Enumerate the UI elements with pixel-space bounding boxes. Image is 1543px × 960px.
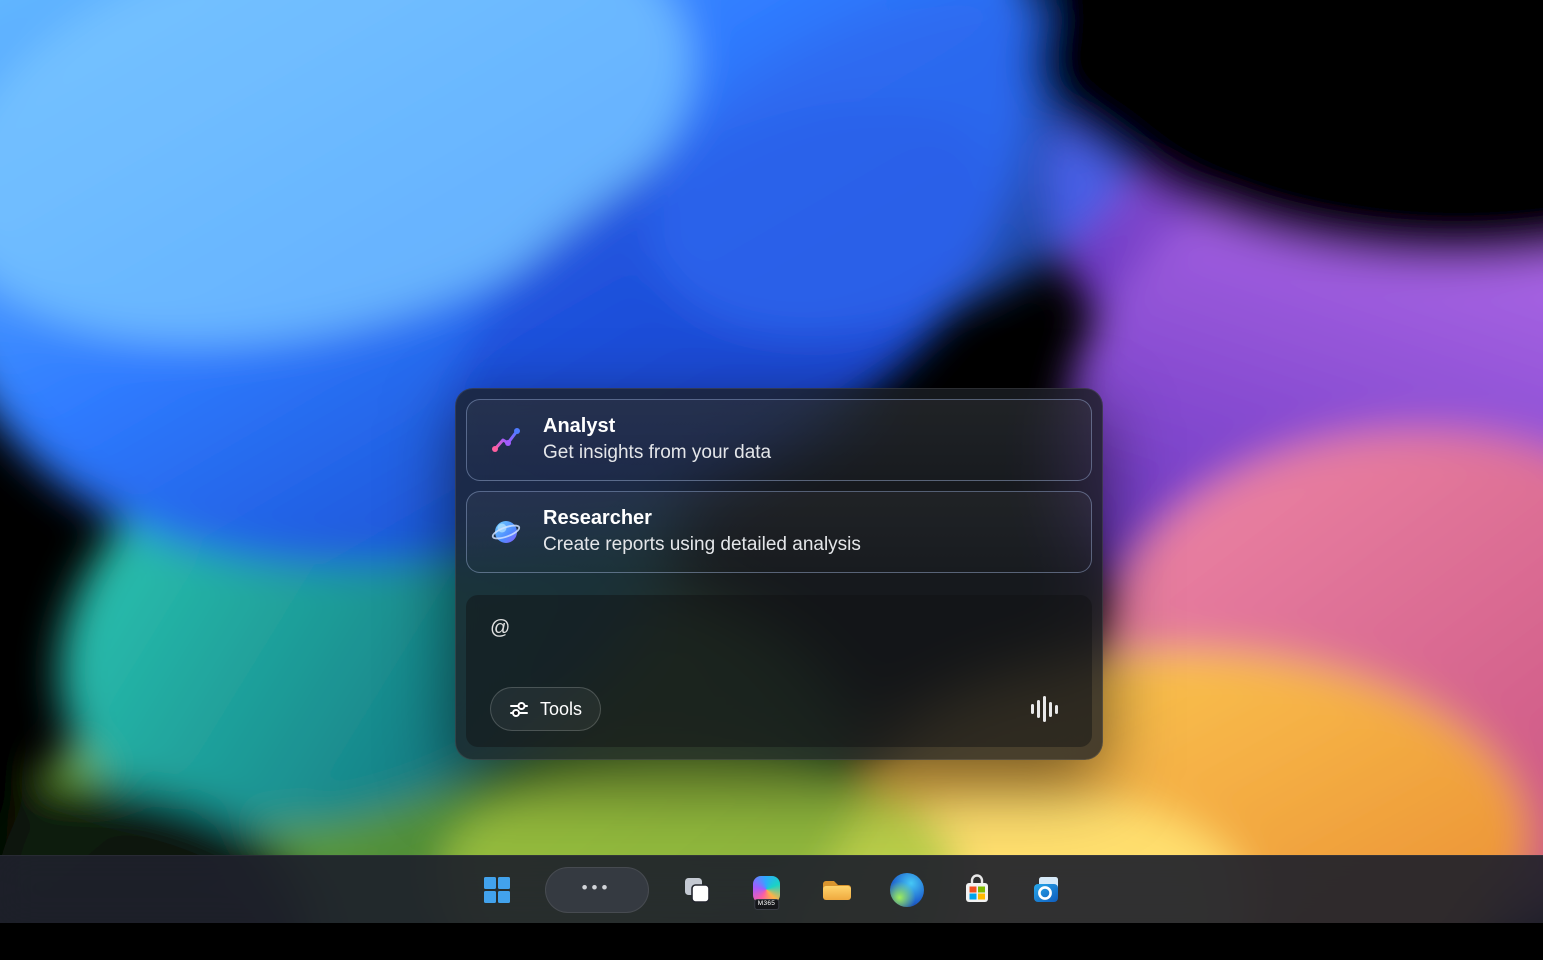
task-view-button[interactable] xyxy=(675,868,719,912)
analyst-icon xyxy=(491,425,521,455)
taskbar-search-box[interactable]: ••• xyxy=(545,867,649,913)
m365-badge: M365 xyxy=(754,899,779,910)
voice-waveform-icon[interactable] xyxy=(1031,695,1058,723)
edge-icon xyxy=(890,873,924,907)
sliders-icon xyxy=(509,700,529,718)
copilot-prompt-panel: Analyst Get insights from your data Rese… xyxy=(455,388,1103,760)
store-icon xyxy=(962,874,992,906)
tools-button[interactable]: Tools xyxy=(490,687,601,731)
prompt-input-text[interactable]: @ xyxy=(490,617,1068,640)
prompt-input[interactable]: @ Tools xyxy=(466,595,1092,747)
file-explorer-icon xyxy=(820,876,854,904)
bottom-black-strip xyxy=(0,923,1543,960)
task-view-icon xyxy=(682,875,712,905)
agent-subtitle: Create reports using detailed analysis xyxy=(543,533,861,558)
agent-title: Researcher xyxy=(543,506,861,531)
researcher-icon xyxy=(491,517,521,547)
search-ellipsis-icon: ••• xyxy=(582,879,612,900)
outlook-button[interactable] xyxy=(1025,868,1069,912)
file-explorer-button[interactable] xyxy=(815,868,859,912)
tools-button-label: Tools xyxy=(540,699,582,720)
agent-option-researcher[interactable]: Researcher Create reports using detailed… xyxy=(466,491,1092,573)
store-button[interactable] xyxy=(955,868,999,912)
agent-subtitle: Get insights from your data xyxy=(543,441,771,466)
m365-copilot-button[interactable]: M365 xyxy=(745,868,789,912)
start-button[interactable] xyxy=(475,868,519,912)
edge-button[interactable] xyxy=(885,868,929,912)
taskbar: ••• M365 xyxy=(0,855,1543,923)
agent-option-analyst[interactable]: Analyst Get insights from your data xyxy=(466,399,1092,481)
windows-logo-icon xyxy=(482,875,512,905)
outlook-icon xyxy=(1031,875,1063,905)
agent-title: Analyst xyxy=(543,414,771,439)
